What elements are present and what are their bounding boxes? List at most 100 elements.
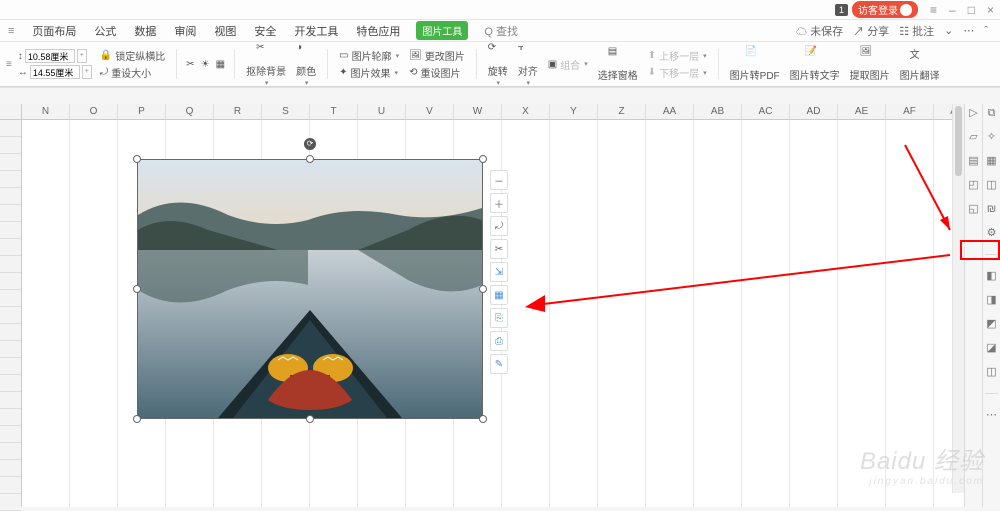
- resize-handle-mr[interactable]: [479, 285, 487, 293]
- align-button[interactable]: ⫟对齐▾: [516, 42, 540, 87]
- lock-ratio-toggle[interactable]: 🔒锁定纵横比: [98, 48, 167, 63]
- column-header[interactable]: S: [262, 104, 310, 119]
- ri-p3-icon[interactable]: ◩: [985, 317, 999, 331]
- ri-layout-icon[interactable]: ◰: [967, 178, 981, 192]
- bring-forward-button[interactable]: ⬆上移一层▾: [646, 48, 709, 63]
- row-header[interactable]: [0, 392, 21, 409]
- ri-chart-icon[interactable]: ₪: [985, 202, 999, 216]
- resize-handle-tm[interactable]: [306, 155, 314, 163]
- row-header[interactable]: [0, 171, 21, 188]
- column-header[interactable]: Y: [550, 104, 598, 119]
- resize-handle-bm[interactable]: [306, 415, 314, 423]
- row-header[interactable]: [0, 120, 21, 137]
- ri-p4-icon[interactable]: ◪: [985, 341, 999, 355]
- row-header[interactable]: [0, 154, 21, 171]
- tab-picture-tools[interactable]: 图片工具: [416, 21, 468, 40]
- window-close-button[interactable]: ×: [987, 3, 994, 17]
- quick-zoom-in-button[interactable]: ＋: [490, 193, 508, 213]
- quick-layout-button[interactable]: ▦: [490, 285, 508, 305]
- change-picture-button[interactable]: 🖼更改图片: [407, 48, 467, 63]
- picture-to-text-button[interactable]: 📝图片转文字: [788, 46, 842, 82]
- window-menu-button[interactable]: ≡: [930, 3, 937, 17]
- column-header[interactable]: W: [454, 104, 502, 119]
- row-header[interactable]: [0, 443, 21, 460]
- column-header[interactable]: V: [406, 104, 454, 119]
- quick-crop-button[interactable]: ✂: [490, 239, 508, 259]
- column-headers[interactable]: NOPQRSTUVWXYZAAABACADAEAFAGAH: [22, 104, 964, 120]
- row-header[interactable]: [0, 188, 21, 205]
- row-header[interactable]: [0, 375, 21, 392]
- row-header[interactable]: [0, 137, 21, 154]
- row-header[interactable]: [0, 307, 21, 324]
- resize-handle-tr[interactable]: [479, 155, 487, 163]
- reset-size-button[interactable]: ⤾重设大小: [98, 65, 167, 80]
- quick-dup-button[interactable]: ⎙: [490, 331, 508, 351]
- quick-rotate-button[interactable]: ⤾: [490, 216, 508, 236]
- row-header[interactable]: [0, 256, 21, 273]
- column-header[interactable]: N: [22, 104, 70, 119]
- notification-badge[interactable]: 1: [835, 4, 848, 16]
- row-header[interactable]: [0, 460, 21, 477]
- resize-handle-tl[interactable]: [133, 155, 141, 163]
- tab-security[interactable]: 安全: [252, 21, 278, 41]
- reset-picture-button[interactable]: ⟲重设图片: [407, 65, 467, 80]
- resize-handle-ml[interactable]: [133, 285, 141, 293]
- row-header[interactable]: [0, 426, 21, 443]
- row-header[interactable]: [0, 358, 21, 375]
- column-header[interactable]: AD: [790, 104, 838, 119]
- format-icon[interactable]: ▦: [216, 59, 225, 70]
- quick-extract-button[interactable]: ⇲: [490, 262, 508, 282]
- more-options-icon[interactable]: ⌄: [944, 24, 953, 37]
- column-header[interactable]: AA: [646, 104, 694, 119]
- picture-to-pdf-button[interactable]: 📄图片转PDF: [728, 46, 782, 82]
- row-header[interactable]: [0, 239, 21, 256]
- ri-more-icon[interactable]: ⋯: [985, 408, 999, 422]
- remove-background-button[interactable]: ✂抠除背景▾: [244, 42, 288, 87]
- extract-picture-button[interactable]: 🖼提取图片: [848, 46, 892, 82]
- quick-edit-button[interactable]: ✎: [490, 354, 508, 374]
- app-menu-icon[interactable]: ≡: [6, 25, 16, 37]
- row-header[interactable]: [0, 494, 21, 511]
- row-header[interactable]: [0, 290, 21, 307]
- ri-settings-icon[interactable]: ⚙: [985, 226, 999, 240]
- column-header[interactable]: AE: [838, 104, 886, 119]
- ri-star-icon[interactable]: ✧: [985, 130, 999, 144]
- ri-p5-icon[interactable]: ◫: [985, 365, 999, 379]
- row-header[interactable]: [0, 477, 21, 494]
- search-button[interactable]: Q 查找: [482, 21, 520, 41]
- column-header[interactable]: O: [70, 104, 118, 119]
- row-header[interactable]: [0, 273, 21, 290]
- picture-outline-button[interactable]: ▭图片轮廓▾: [337, 48, 401, 63]
- cloud-unsaved-icon[interactable]: ☁ 未保存: [796, 23, 843, 39]
- rotate-button[interactable]: ⟳旋转▾: [486, 42, 510, 87]
- ri-frame-icon[interactable]: ◱: [967, 202, 981, 216]
- picture-effect-button[interactable]: ✦图片效果▾: [337, 65, 401, 80]
- row-header[interactable]: [0, 324, 21, 341]
- window-maximize-button[interactable]: □: [968, 3, 975, 17]
- ri-grid-icon[interactable]: ▦: [985, 154, 999, 168]
- height-stepper[interactable]: +: [77, 49, 87, 63]
- ri-cursor-icon[interactable]: ▷: [967, 106, 981, 120]
- picture-translate-button[interactable]: 文图片翻译: [898, 46, 942, 82]
- row-header[interactable]: [0, 222, 21, 239]
- column-header[interactable]: Z: [598, 104, 646, 119]
- column-header[interactable]: Q: [166, 104, 214, 119]
- row-headers[interactable]: [0, 120, 22, 507]
- collapse-ribbon-icon[interactable]: ˆ: [984, 25, 988, 37]
- column-header[interactable]: T: [310, 104, 358, 119]
- ribbon-back-icon[interactable]: ≡: [6, 59, 12, 70]
- send-backward-button[interactable]: ⬇下移一层▾: [646, 65, 709, 80]
- picture-width-input[interactable]: [30, 65, 80, 79]
- ri-table-icon[interactable]: ▤: [967, 154, 981, 168]
- select-all-corner[interactable]: [0, 104, 22, 120]
- width-stepper[interactable]: +: [82, 65, 92, 79]
- brightness-button[interactable]: ☀: [201, 59, 210, 70]
- resize-handle-bl[interactable]: [133, 415, 141, 423]
- rotate-handle[interactable]: ⟳: [304, 138, 316, 150]
- column-header[interactable]: AB: [694, 104, 742, 119]
- color-button[interactable]: ◑颜色▾: [294, 42, 318, 87]
- column-header[interactable]: X: [502, 104, 550, 119]
- quick-zoom-out-button[interactable]: －: [490, 170, 508, 190]
- tab-dev-tools[interactable]: 开发工具: [292, 21, 340, 41]
- ri-format-icon[interactable]: ⧉: [985, 106, 999, 120]
